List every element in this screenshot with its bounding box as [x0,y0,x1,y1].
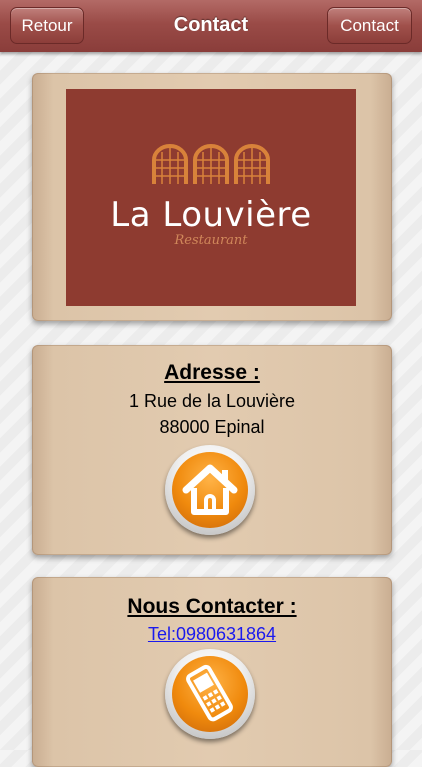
call-button[interactable] [165,649,255,739]
contact-button[interactable]: Contact [327,7,412,44]
restaurant-name: La Louvière [110,195,312,235]
address-card: Adresse : 1 Rue de la Louvière 88000 Epi… [32,345,392,555]
phone-link[interactable]: Tel:0980631864 [32,624,392,645]
address-street: 1 Rue de la Louvière [128,391,296,411]
restaurant-subtitle: Restaurant [174,233,248,248]
arched-windows-icon [152,144,270,184]
home-icon [182,464,238,515]
map-button[interactable] [165,445,255,535]
logo-card: La Louvière Restaurant [32,73,392,321]
address-city: 88000 Epinal [159,417,265,437]
map-button-face [172,452,248,528]
restaurant-logo: La Louvière Restaurant [66,89,356,306]
address-heading: Adresse : [164,361,260,384]
phone-icon [186,664,233,722]
contact-heading: Nous Contacter : [127,595,297,618]
contact-card: Nous Contacter : Tel:0980631864 [32,577,392,767]
call-button-face [172,656,248,732]
navigation-bar: Retour Contact Contact [0,0,422,52]
